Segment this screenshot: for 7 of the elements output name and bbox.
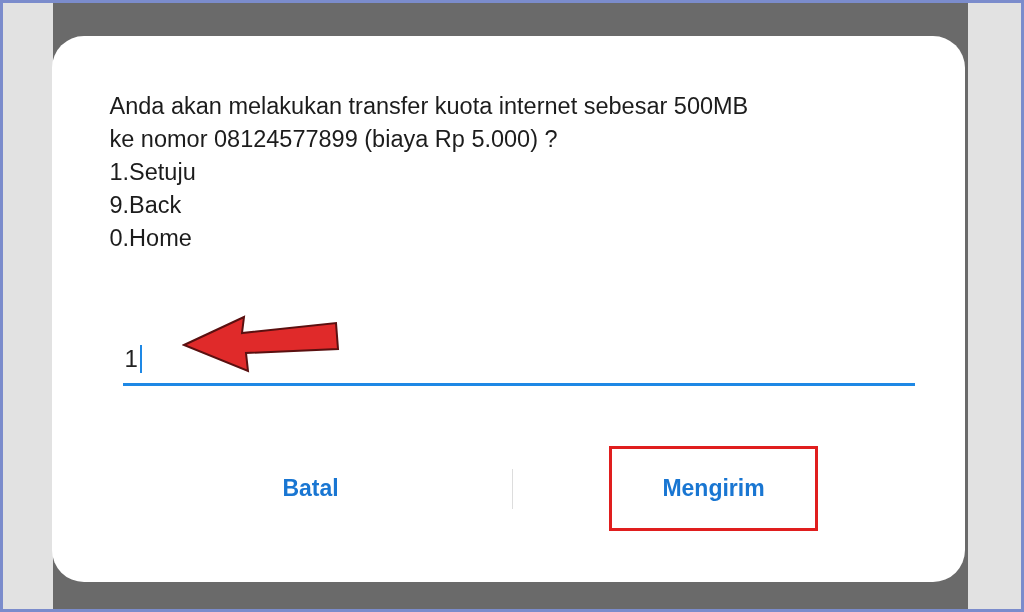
dialog-button[interactable]: Batal (229, 446, 392, 531)
message-text: Anda akan melakukan transfer kuota internet sebesar 500MB (109, 92, 749, 121)
message-text: 1.Setuju (109, 158, 196, 187)
message-text: ke nomor 08124577899 (biaya Rp 5.000) ? (109, 125, 558, 154)
dialog-button[interactable]: Mengirim (609, 446, 818, 531)
message-text: 0.Home (109, 224, 192, 253)
message-text: 9.Back (109, 191, 182, 220)
